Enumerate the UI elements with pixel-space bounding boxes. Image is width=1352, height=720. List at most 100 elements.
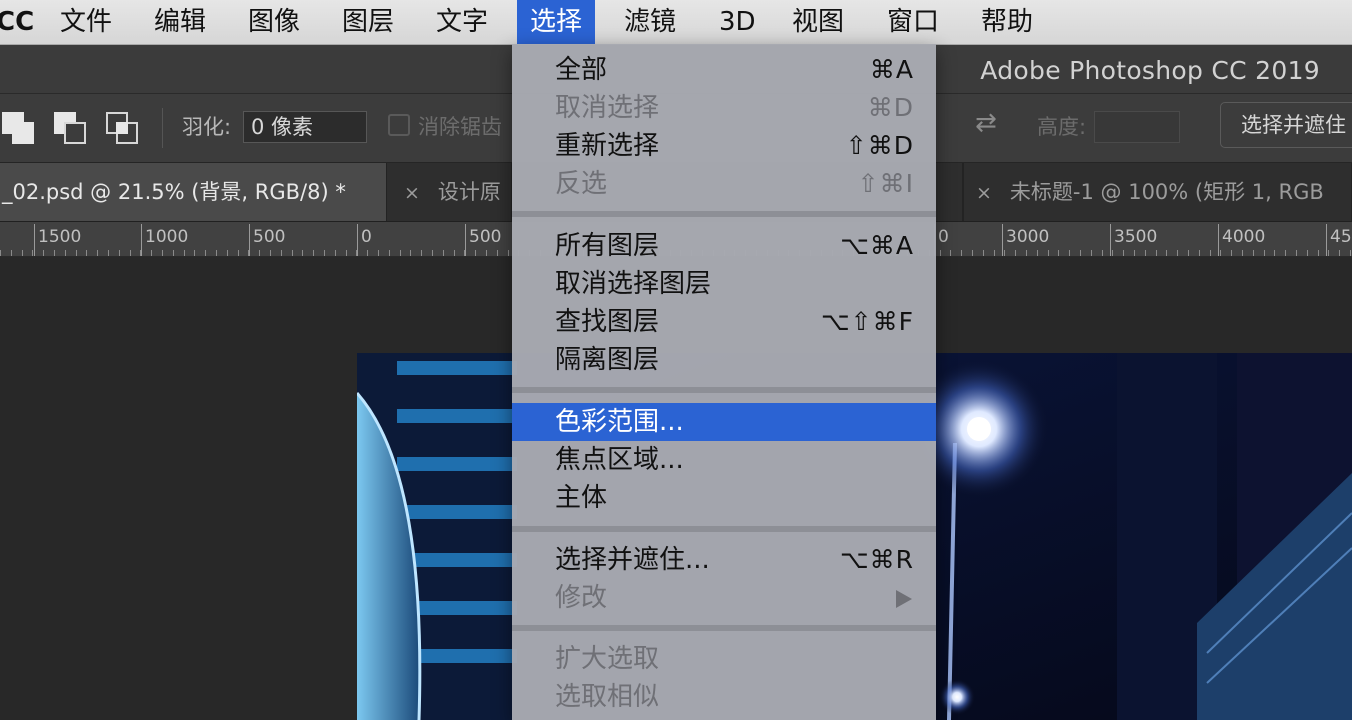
close-tab-icon[interactable]: × <box>404 182 420 204</box>
menu-item-label: 扩大选取 <box>555 644 660 674</box>
ruler-minor-tick <box>1285 250 1286 256</box>
ruler-label: 0 <box>938 227 949 247</box>
menu-window[interactable]: 窗口 <box>887 0 939 44</box>
height-label: 高度: <box>1037 115 1087 139</box>
height-input[interactable] <box>1094 111 1180 143</box>
tab-document-active[interactable]: _02.psd @ 21.5% (背景, RGB/8) * <box>0 163 387 221</box>
menu-item-all-layers[interactable]: 所有图层 ⌥⌘A <box>512 227 936 265</box>
ruler-minor-tick <box>1199 250 1200 256</box>
ruler-minor-tick <box>1350 250 1351 256</box>
tab-untitled-1[interactable]: × 未标题-1 @ 100% (矩形 1, RGB <box>963 163 1352 221</box>
menu-item-similar[interactable]: 选取相似 <box>512 678 936 716</box>
ruler-label: 1500 <box>38 227 82 247</box>
menu-item-label: 修改 <box>555 583 608 613</box>
menu-type[interactable]: 文字 <box>436 0 488 44</box>
menu-item-shortcut: ⌥⇧⌘F <box>820 307 914 336</box>
intersect-selection-icon[interactable] <box>106 112 140 146</box>
menu-item-color-range[interactable]: 色彩范围... <box>512 403 936 441</box>
menu-item-subject[interactable]: 主体 <box>512 479 936 517</box>
ruler-minor-tick <box>1296 250 1297 256</box>
menu-separator <box>512 211 936 217</box>
ruler-minor-tick <box>86 250 87 256</box>
menu-item-find-layers[interactable]: 查找图层 ⌥⇧⌘F <box>512 303 936 341</box>
ruler-minor-tick <box>281 250 282 256</box>
menu-separator <box>512 387 936 393</box>
tab-hidden[interactable] <box>936 163 963 221</box>
feather-label: 羽化: <box>182 115 232 139</box>
ruler-minor-tick <box>983 250 984 256</box>
menu-item-modify[interactable]: 修改 <box>512 579 936 617</box>
feather-input[interactable]: 0 像素 <box>243 111 367 143</box>
ruler-minor-tick <box>1004 250 1005 256</box>
ruler-minor-tick <box>227 250 228 256</box>
ruler-minor-tick <box>950 250 951 256</box>
menu-item-grow[interactable]: 扩大选取 <box>512 640 936 678</box>
ruler-minor-tick <box>940 250 941 256</box>
ruler-minor-tick <box>421 250 422 256</box>
menu-3d[interactable]: 3D <box>719 0 756 44</box>
app-menu[interactable]: CC <box>0 0 34 44</box>
ruler-minor-tick <box>367 250 368 256</box>
tab-label: _02.psd @ 21.5% (背景, RGB/8) * <box>2 180 346 204</box>
menu-item-inverse[interactable]: 反选 ⇧⌘I <box>512 165 936 203</box>
menu-item-deselect-layers[interactable]: 取消选择图层 <box>512 265 936 303</box>
ruler-minor-tick <box>443 250 444 256</box>
menu-item-label: 选取相似 <box>555 682 660 712</box>
menu-layer[interactable]: 图层 <box>342 0 394 44</box>
ruler-minor-tick <box>76 250 77 256</box>
add-to-selection-icon[interactable] <box>2 112 36 146</box>
menu-item-select-and-mask[interactable]: 选择并遮住... ⌥⌘R <box>512 541 936 579</box>
menu-item-shortcut: ⇧⌘D <box>845 131 914 160</box>
ruler-minor-tick <box>508 250 509 256</box>
menu-file[interactable]: 文件 <box>60 0 112 44</box>
ruler-minor-tick <box>346 250 347 256</box>
ruler-minor-tick <box>140 250 141 256</box>
menu-edit[interactable]: 编辑 <box>154 0 206 44</box>
ruler-minor-tick <box>1156 250 1157 256</box>
ruler-minor-tick <box>173 250 174 256</box>
ruler-minor-tick <box>1231 250 1232 256</box>
ruler-minor-tick <box>475 250 476 256</box>
ruler-minor-tick <box>1166 250 1167 256</box>
ruler-minor-tick <box>302 250 303 256</box>
menu-separator <box>512 526 936 532</box>
ruler-label: 500 <box>253 227 286 247</box>
ruler-minor-tick <box>32 250 33 256</box>
options-separator <box>162 108 163 148</box>
submenu-arrow-icon <box>896 590 912 608</box>
menu-item-focus-area[interactable]: 焦点区域... <box>512 441 936 479</box>
ruler-label: 3500 <box>1114 227 1158 247</box>
ruler-major-tick <box>141 224 142 256</box>
menu-item-select-all[interactable]: 全部 ⌘A <box>512 51 936 89</box>
ruler-major-tick <box>1110 224 1111 256</box>
subtract-selection-icon[interactable] <box>54 112 88 146</box>
menu-filter[interactable]: 滤镜 <box>624 0 676 44</box>
ruler-label: 3000 <box>1006 227 1050 247</box>
ruler-major-tick <box>34 224 35 256</box>
menu-help[interactable]: 帮助 <box>981 0 1033 44</box>
antialias-checkbox[interactable] <box>388 114 410 136</box>
tab-label: 设计原 <box>437 180 501 204</box>
menu-select[interactable]: 选择 <box>517 0 596 44</box>
ruler-minor-tick <box>162 250 163 256</box>
ruler-major-tick <box>249 224 250 256</box>
menu-item-isolate-layers[interactable]: 隔离图层 <box>512 341 936 379</box>
swap-dimensions-icon[interactable]: ⇄ <box>975 108 997 138</box>
menu-image[interactable]: 图像 <box>248 0 300 44</box>
close-tab-icon[interactable]: × <box>976 182 992 204</box>
select-and-mask-button[interactable]: 选择并遮住 <box>1220 102 1352 148</box>
ruler-minor-tick <box>130 250 131 256</box>
ruler-minor-tick <box>486 250 487 256</box>
menu-item-label: 隔离图层 <box>555 345 660 375</box>
menu-item-deselect[interactable]: 取消选择 ⌘D <box>512 89 936 127</box>
menu-view[interactable]: 视图 <box>792 0 844 44</box>
tab-design-doc[interactable]: × 设计原 <box>388 163 512 221</box>
ruler-minor-tick <box>389 250 390 256</box>
ruler-major-tick <box>1002 224 1003 256</box>
ruler-minor-tick <box>1145 250 1146 256</box>
menu-item-reselect[interactable]: 重新选择 ⇧⌘D <box>512 127 936 165</box>
ruler-minor-tick <box>205 250 206 256</box>
ruler-minor-tick <box>454 250 455 256</box>
menu-item-shortcut: ⌘A <box>869 55 914 84</box>
ruler-minor-tick <box>1058 250 1059 256</box>
